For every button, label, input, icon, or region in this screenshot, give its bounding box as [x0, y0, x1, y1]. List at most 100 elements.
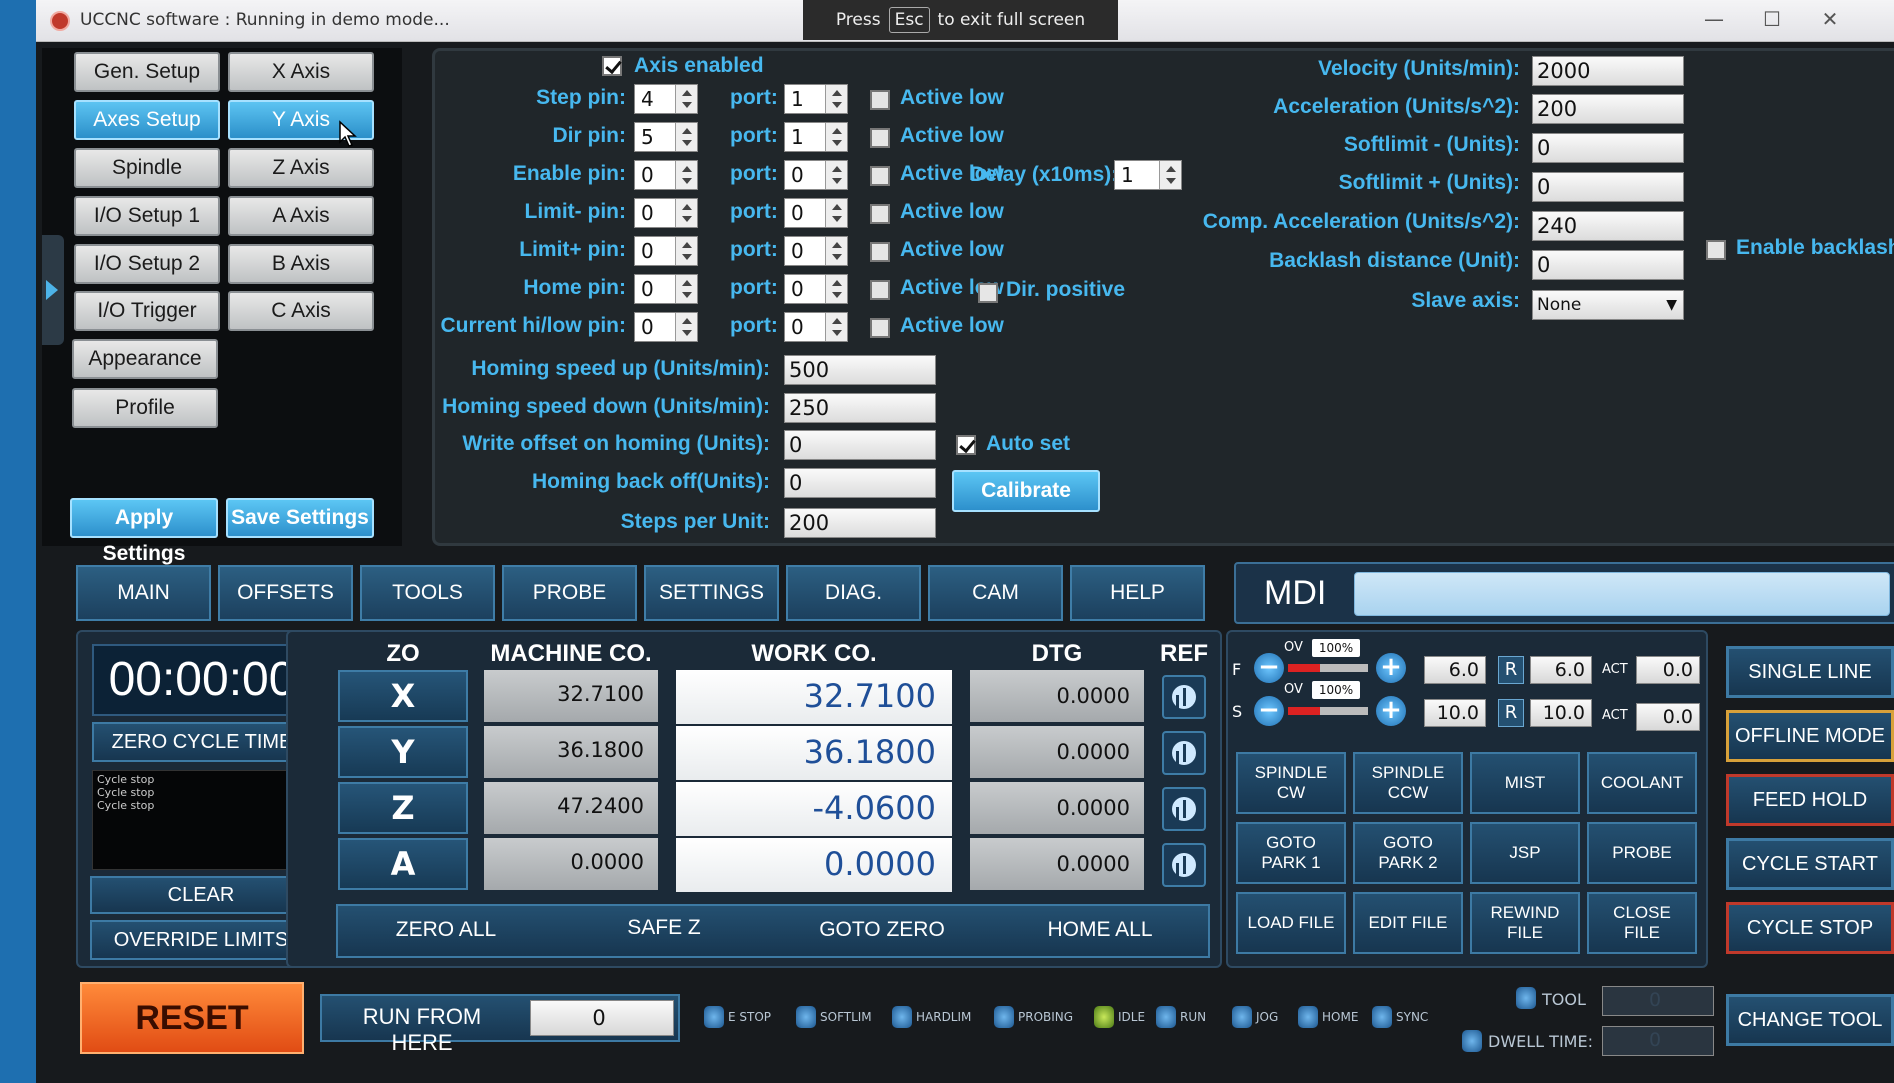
nav-axes-setup[interactable]: Axes Setup	[74, 100, 220, 140]
zero-axis-button[interactable]: Y	[338, 726, 468, 778]
nav-io-setup-1[interactable]: I/O Setup 1	[74, 196, 220, 236]
pin-spinner[interactable]: 0	[634, 160, 698, 190]
function-button[interactable]: PROBE	[1587, 822, 1697, 884]
spin-arrows-icon[interactable]	[825, 85, 847, 113]
acceleration-field[interactable]: 200	[1532, 94, 1684, 124]
goto-zero-button[interactable]: GOTO ZERO	[792, 918, 972, 942]
spindle-plus-icon[interactable]: +	[1376, 696, 1406, 726]
spindle-override-slider[interactable]	[1288, 707, 1368, 715]
function-button[interactable]: EDIT FILE	[1353, 892, 1463, 954]
spin-arrows-icon[interactable]	[675, 275, 697, 303]
function-button[interactable]: COOLANT	[1587, 752, 1697, 814]
function-button[interactable]: LOAD FILE	[1236, 892, 1346, 954]
spin-arrows-icon[interactable]	[825, 123, 847, 151]
port-spinner[interactable]: 0	[784, 274, 848, 304]
velocity-field[interactable]: 2000	[1532, 56, 1684, 86]
nav-appearance[interactable]: Appearance	[72, 339, 218, 379]
mdi-input[interactable]	[1354, 572, 1890, 616]
feed-hold-button[interactable]: FEED HOLD	[1726, 774, 1894, 826]
minimize-icon[interactable]: —	[1696, 4, 1732, 34]
function-button[interactable]: SPINDLE CCW	[1353, 752, 1463, 814]
spindle-minus-icon[interactable]: −	[1254, 696, 1284, 726]
port-spinner[interactable]: 0	[784, 312, 848, 342]
zero-all-button[interactable]: ZERO ALL	[356, 918, 536, 942]
feed-override-slider[interactable]	[1288, 664, 1368, 672]
spin-arrows-icon[interactable]	[675, 237, 697, 265]
nav-spindle[interactable]: Spindle	[74, 148, 220, 188]
work-coord[interactable]: 32.7100	[676, 670, 952, 724]
steps-per-unit-field[interactable]: 200	[784, 508, 936, 538]
axis-enabled-checkbox[interactable]	[602, 56, 622, 76]
nav-profile[interactable]: Profile	[72, 388, 218, 428]
home-axis-icon[interactable]	[1162, 731, 1206, 775]
active-low-checkbox[interactable]	[870, 280, 890, 300]
function-button[interactable]: MIST	[1470, 752, 1580, 814]
nav-io-setup-2[interactable]: I/O Setup 2	[74, 244, 220, 284]
run-from-line-input[interactable]: 0	[530, 1000, 674, 1036]
port-spinner[interactable]: 1	[784, 122, 848, 152]
zero-axis-button[interactable]: A	[338, 838, 468, 890]
nav-c-axis[interactable]: C Axis	[228, 291, 374, 331]
spin-arrows-icon[interactable]	[675, 85, 697, 113]
port-spinner[interactable]: 0	[784, 236, 848, 266]
spin-arrows-icon[interactable]	[825, 313, 847, 341]
calibrate-button[interactable]: Calibrate	[952, 470, 1100, 512]
backoff-field[interactable]: 0	[784, 468, 936, 498]
nav-gen-setup[interactable]: Gen. Setup	[74, 52, 220, 92]
pin-spinner[interactable]: 4	[634, 84, 698, 114]
home-axis-icon[interactable]	[1162, 843, 1206, 887]
override-limits-button[interactable]: OVERRIDE LIMITS	[90, 920, 312, 960]
work-coord[interactable]: 0.0000	[676, 838, 952, 892]
port-spinner[interactable]: 0	[784, 198, 848, 228]
home-axis-icon[interactable]	[1162, 787, 1206, 831]
maximize-icon[interactable]: ☐	[1754, 4, 1790, 34]
spin-arrows-icon[interactable]	[675, 313, 697, 341]
active-low-checkbox[interactable]	[870, 318, 890, 338]
zero-axis-button[interactable]: X	[338, 670, 468, 722]
nav-b-axis[interactable]: B Axis	[228, 244, 374, 284]
spin-arrows-icon[interactable]	[825, 237, 847, 265]
pin-spinner[interactable]: 0	[634, 236, 698, 266]
tab-help[interactable]: HELP	[1070, 565, 1205, 621]
cycle-start-button[interactable]: CYCLE START	[1726, 838, 1894, 890]
auto-set-checkbox[interactable]	[956, 435, 976, 455]
tab-tools[interactable]: TOOLS	[360, 565, 495, 621]
expand-arrow-icon[interactable]	[42, 235, 64, 345]
softlimit-plus-field[interactable]: 0	[1532, 172, 1684, 202]
spin-arrows-icon[interactable]	[675, 161, 697, 189]
tab-settings[interactable]: SETTINGS	[644, 565, 779, 621]
safe-z-button[interactable]: SAFE Z	[574, 916, 754, 940]
active-low-checkbox[interactable]	[870, 204, 890, 224]
reset-button[interactable]: RESET	[80, 982, 304, 1054]
spin-arrows-icon[interactable]	[825, 161, 847, 189]
pin-spinner[interactable]: 5	[634, 122, 698, 152]
single-line-button[interactable]: SINGLE LINE	[1726, 646, 1894, 698]
zero-cycle-time-button[interactable]: ZERO CYCLE TIME	[92, 722, 312, 762]
close-icon[interactable]: ✕	[1812, 4, 1848, 34]
nav-z-axis[interactable]: Z Axis	[228, 148, 374, 188]
spin-arrows-icon[interactable]	[825, 199, 847, 227]
port-spinner[interactable]: 1	[784, 84, 848, 114]
function-button[interactable]: SPINDLE CW	[1236, 752, 1346, 814]
home-all-button[interactable]: HOME ALL	[1010, 918, 1190, 942]
active-low-checkbox[interactable]	[870, 166, 890, 186]
homing-up-field[interactable]: 500	[784, 355, 936, 385]
clear-log-button[interactable]: CLEAR	[90, 876, 312, 914]
function-button[interactable]: REWIND FILE	[1470, 892, 1580, 954]
nav-io-trigger[interactable]: I/O Trigger	[74, 291, 220, 331]
tab-probe[interactable]: PROBE	[502, 565, 637, 621]
spin-arrows-icon[interactable]	[675, 199, 697, 227]
run-from-here-button[interactable]: RUN FROM HERE	[332, 1004, 512, 1056]
active-low-checkbox[interactable]	[870, 242, 890, 262]
feed-minus-icon[interactable]: −	[1254, 653, 1284, 683]
work-coord[interactable]: -4.0600	[676, 782, 952, 836]
active-low-checkbox[interactable]	[870, 90, 890, 110]
spin-arrows-icon[interactable]	[825, 275, 847, 303]
offline-mode-button[interactable]: OFFLINE MODE	[1726, 710, 1894, 762]
tab-main[interactable]: MAIN	[76, 565, 211, 621]
cycle-stop-button[interactable]: CYCLE STOP	[1726, 902, 1894, 954]
homing-down-field[interactable]: 250	[784, 393, 936, 423]
change-tool-button[interactable]: CHANGE TOOL	[1726, 994, 1894, 1046]
nav-x-axis[interactable]: X Axis	[228, 52, 374, 92]
port-spinner[interactable]: 0	[784, 160, 848, 190]
